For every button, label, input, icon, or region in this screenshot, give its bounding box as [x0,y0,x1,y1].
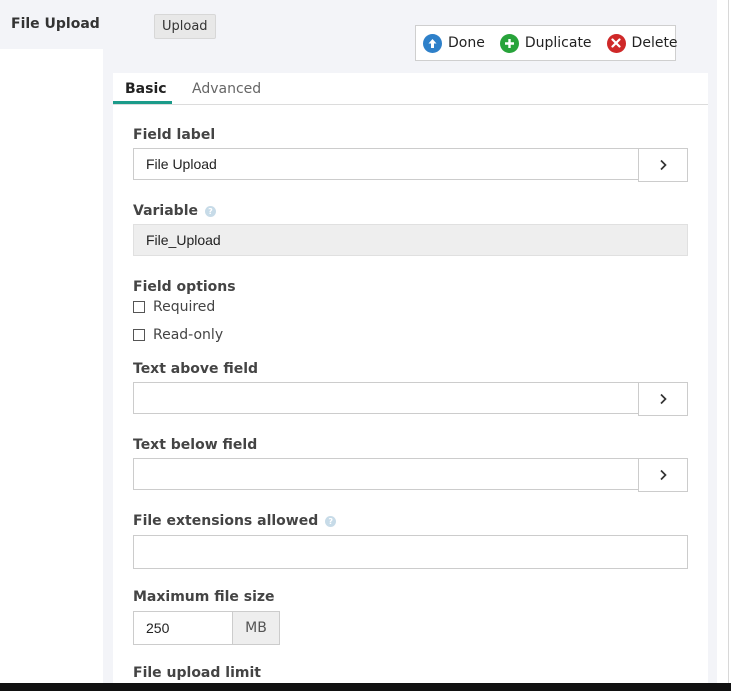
extensions-heading: File extensions allowed? [133,513,337,529]
text-below-input[interactable] [133,458,639,490]
extensions-input[interactable] [133,535,688,569]
read-only-label: Read-only [153,327,224,343]
active-tab-indicator [113,101,172,104]
field-label-input[interactable]: File Upload [133,148,639,180]
max-size-heading: Maximum file size [133,589,275,605]
duplicate-button[interactable]: Duplicate [499,33,592,53]
arrow-up-circle-icon [423,33,442,53]
required-label: Required [153,299,216,315]
duplicate-label: Duplicate [524,35,592,51]
done-button[interactable]: Done [423,33,485,53]
required-option[interactable]: Required [133,299,215,315]
extensions-label: File extensions allowed [133,513,319,529]
plus-circle-icon [499,33,519,53]
read-only-option[interactable]: Read-only [133,327,223,343]
done-label: Done [448,35,485,51]
field-list-sidebar: File Upload [0,0,103,683]
field-label-expand-button[interactable] [638,148,688,182]
text-below-heading: Text below field [133,437,258,453]
text-below-expand-button[interactable] [638,458,688,492]
field-settings-panel: Basic Advanced Field label File Upload V… [113,73,708,683]
field-actions-toolbar: Done Duplicate Delete [415,25,678,61]
field-options-heading: Field options [133,279,236,295]
max-size-input[interactable]: 250 [133,611,233,645]
text-above-heading: Text above field [133,361,259,377]
read-only-checkbox[interactable] [133,329,145,341]
delete-button[interactable]: Delete [606,33,678,53]
text-above-expand-button[interactable] [638,382,688,416]
question-circle-icon[interactable]: ? [204,205,216,217]
settings-tabs: Basic Advanced [113,73,708,105]
x-circle-icon [606,33,626,53]
field-list-item-active[interactable]: File Upload [0,0,103,49]
question-circle-icon[interactable]: ? [325,515,337,527]
chevron-right-icon [660,159,667,171]
delete-label: Delete [631,35,678,51]
variable-heading: Variable? [133,203,216,219]
text-above-input[interactable] [133,382,639,414]
field-list-item-label: File Upload [11,16,100,32]
required-checkbox[interactable] [133,301,145,313]
field-label-heading: Field label [133,127,216,143]
variable-input: File_Upload [133,224,688,256]
variable-label: Variable [133,203,198,219]
tab-basic[interactable]: Basic [125,81,167,97]
size-unit-addon: MB [232,611,280,645]
tab-advanced[interactable]: Advanced [192,81,261,97]
chevron-right-icon [660,469,667,481]
chevron-right-icon [660,393,667,405]
scroll-edge [717,0,731,683]
field-type-badge: Upload [154,14,216,39]
bottom-bar [0,683,731,691]
upload-limit-heading: File upload limit [133,665,261,681]
